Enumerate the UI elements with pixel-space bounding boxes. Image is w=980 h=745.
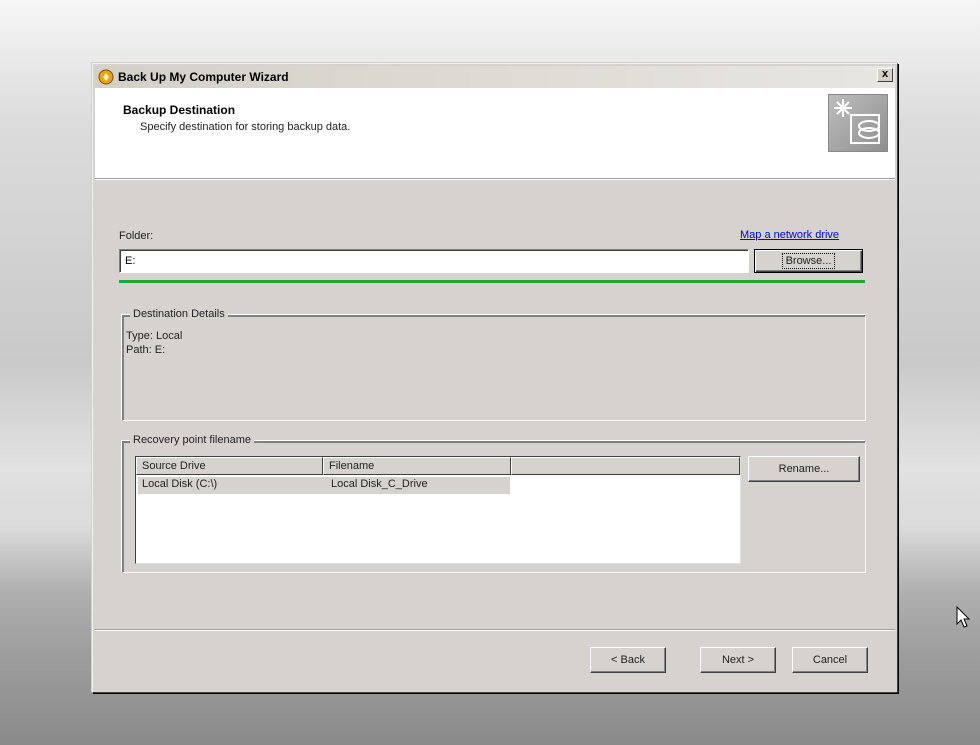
wizard-dialog: Back Up My Computer Wizard x Backup Dest… xyxy=(92,63,898,693)
folder-label: Folder: xyxy=(119,230,154,242)
close-icon: x xyxy=(881,68,889,80)
browse-button-label: Browse... xyxy=(781,253,836,269)
wizard-app-icon xyxy=(98,69,114,85)
column-header-empty[interactable] xyxy=(511,457,740,475)
backup-destination-icon xyxy=(828,94,888,152)
footer-separator xyxy=(95,629,895,631)
column-header-filename[interactable]: Filename xyxy=(323,457,511,475)
next-button[interactable]: Next > xyxy=(700,647,776,673)
list-header: Source Drive Filename xyxy=(136,457,740,475)
browse-button[interactable]: Browse... xyxy=(754,249,863,273)
recovery-point-legend: Recovery point filename xyxy=(130,434,255,446)
cancel-button[interactable]: Cancel xyxy=(792,647,868,673)
title-bar[interactable]: Back Up My Computer Wizard x xyxy=(95,66,895,88)
destination-path: Path: E: xyxy=(126,344,166,356)
source-drive-cell: Local Disk (C:\) xyxy=(142,478,218,490)
page-subtitle: Specify destination for storing backup d… xyxy=(140,121,351,133)
destination-details-legend: Destination Details xyxy=(130,308,228,320)
back-button[interactable]: < Back xyxy=(590,647,666,673)
mouse-cursor-icon xyxy=(956,606,971,628)
destination-type: Type: Local xyxy=(126,330,183,342)
map-network-drive-link[interactable]: Map a network drive xyxy=(740,229,839,241)
recovery-file-list[interactable]: Source Drive Filename Local Disk (C:\) L… xyxy=(135,456,741,564)
rename-button[interactable]: Rename... xyxy=(748,456,860,482)
table-row[interactable]: Local Disk (C:\) Local Disk_C_Drive xyxy=(138,477,510,494)
window-title: Back Up My Computer Wizard xyxy=(118,70,289,84)
page-title: Backup Destination xyxy=(123,103,236,117)
filename-cell: Local Disk_C_Drive xyxy=(331,478,428,490)
close-button[interactable]: x xyxy=(877,68,893,82)
header-separator xyxy=(95,179,895,180)
recovery-point-group: Recovery point filename Source Drive Fil… xyxy=(122,434,866,573)
wizard-header: Backup Destination Specify destination f… xyxy=(95,88,895,179)
destination-details-group: Destination Details Type: Local Path: E: xyxy=(122,308,866,421)
column-header-source-drive[interactable]: Source Drive xyxy=(136,457,323,475)
destination-status-bar xyxy=(119,280,865,283)
folder-input[interactable] xyxy=(119,249,749,273)
